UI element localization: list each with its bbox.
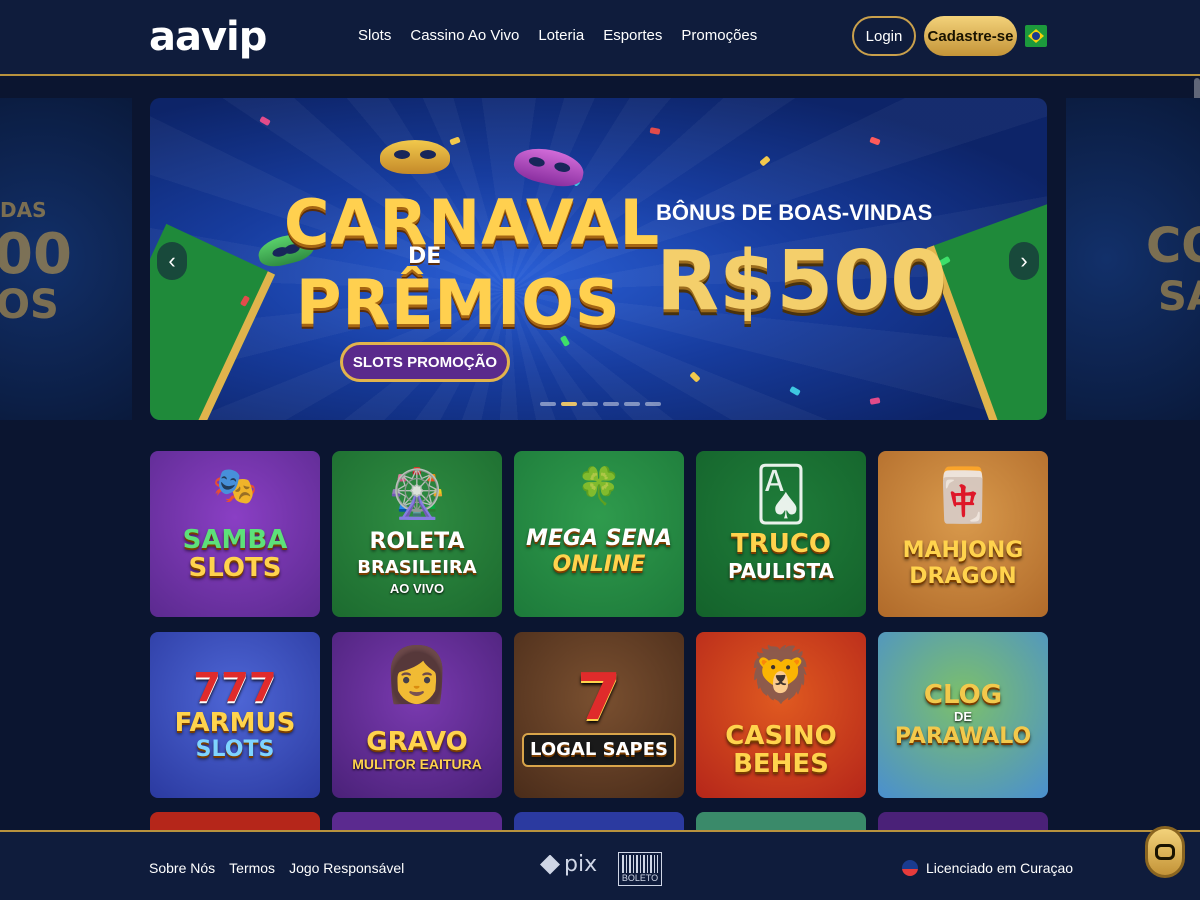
register-button[interactable]: Cadastre-se <box>924 16 1017 56</box>
boleto-label: BOLETO <box>621 873 659 883</box>
chat-button[interactable] <box>1145 826 1185 878</box>
game-tile-peek[interactable] <box>150 812 320 832</box>
carousel-dot[interactable] <box>582 402 598 406</box>
license-text: Licenciado em Curaçao <box>926 860 1074 876</box>
mask-icon: 🎭 <box>212 465 258 506</box>
game-title-line3: PARAWALO <box>894 723 1032 749</box>
chat-icon <box>1155 844 1175 860</box>
game-tile-peek[interactable] <box>514 812 684 832</box>
side-right-text-1: CO <box>1146 218 1200 274</box>
game-title-line1: GRAVO <box>366 727 468 757</box>
banner-title-carnaval: CARNAVAL <box>284 186 661 259</box>
footer-link-jogo-responsavel[interactable]: Jogo Responsável <box>289 860 404 876</box>
game-title-line1: CASINO <box>725 721 837 751</box>
woman-icon: 👩 <box>383 645 451 705</box>
slots-promo-pill: SLOTS PROMOÇÃO <box>340 342 510 382</box>
pix-label: pix <box>564 852 598 877</box>
nav-slots[interactable]: Slots <box>358 27 391 44</box>
side-left-text-2: 00 <box>0 222 72 287</box>
flag-globe <box>1032 32 1040 40</box>
barcode-icon <box>622 855 658 873</box>
side-right-text-2: SA <box>1158 274 1200 320</box>
game-tile-mega-sena[interactable]: 🍀 MEGA SENA ONLINE <box>514 451 684 617</box>
header: aavip Slots Cassino Ao Vivo Loteria Espo… <box>0 0 1200 76</box>
main-nav: Slots Cassino Ao Vivo Loteria Esportes P… <box>358 27 757 44</box>
bonus-amount: R$500 <box>656 234 948 329</box>
nav-loteria[interactable]: Loteria <box>538 27 584 44</box>
game-title-line2: DE <box>953 708 973 724</box>
game-tile-peek[interactable] <box>878 812 1048 832</box>
banner-title-premios: PRÊMIOS <box>296 266 621 339</box>
game-tile-truco-paulista[interactable]: 🂡 TRUCO PAULISTA <box>696 451 866 617</box>
mahjong-tile-icon: 🀄 <box>930 467 996 525</box>
curacao-flag-icon <box>902 860 918 876</box>
game-tile-mahjong-dragon[interactable]: 🀄 MAHJONG DRAGON <box>878 451 1048 617</box>
game-tile-farmus-slots[interactable]: 777 FARMUS SLOTS <box>150 632 320 798</box>
license-info: Licenciado em Curaçao <box>902 860 1073 876</box>
game-title-line1: MEGA SENA <box>526 526 672 551</box>
chevron-right-icon[interactable]: › <box>1009 242 1039 280</box>
cards-icon: 🂡 <box>754 466 808 524</box>
game-tile-peek[interactable] <box>696 812 866 832</box>
side-left-text-1: DAS <box>0 198 47 222</box>
game-tile-peek[interactable] <box>332 812 502 832</box>
bonus-label: BÔNUS DE BOAS-VINDAS <box>656 200 933 225</box>
game-title-line2: BEHES <box>733 749 829 779</box>
nav-esportes[interactable]: Esportes <box>603 27 662 44</box>
game-tile-roleta-brasileira[interactable]: 🎡 ROLETA BRASILEIRA AO VIVO <box>332 451 502 617</box>
game-title-line2: DRAGON <box>909 564 1017 589</box>
game-title-line2: BRASILEIRA <box>357 556 477 578</box>
game-tile-casino-behes[interactable]: 🦁 CASINO BEHES <box>696 632 866 798</box>
roulette-icon: 🎡 <box>387 468 447 521</box>
game-title-line2: ONLINE <box>552 552 646 577</box>
carousel-dot[interactable] <box>624 402 640 406</box>
clover-icon: 🍀 <box>576 465 622 506</box>
game-tile-gravo[interactable]: 👩 GRAVO MULITOR EAITURA <box>332 632 502 798</box>
game-title-line2: FARMUS <box>174 708 296 738</box>
login-button[interactable]: Login <box>852 16 916 56</box>
footer-links: Sobre Nós Termos Jogo Responsável <box>149 860 404 876</box>
carousel-dot[interactable] <box>645 402 661 406</box>
hero-banner[interactable]: CARNAVAL DE PRÊMIOS SLOTS PROMOÇÃO BÔNUS… <box>150 98 1047 420</box>
logo[interactable]: aavip <box>149 14 267 60</box>
nav-promocoes[interactable]: Promoções <box>681 27 757 44</box>
carousel-dot[interactable] <box>540 402 556 406</box>
footer-link-sobre-nos[interactable]: Sobre Nós <box>149 860 215 876</box>
game-title-line3: AO VIVO <box>389 580 445 596</box>
game-title-line2: LOGAL SAPES <box>522 733 676 767</box>
game-title-line1: SAMBA <box>182 525 288 555</box>
game-tile-logal-sapes[interactable]: 7 LOGAL SAPES <box>514 632 684 798</box>
carousel-dots <box>540 402 661 406</box>
game-title-line1: ROLETA <box>369 528 465 554</box>
carousel-dot-active[interactable] <box>561 402 577 406</box>
game-title-line3: SLOTS <box>195 737 275 762</box>
carnival-mask-icon <box>380 140 450 174</box>
game-tile-clog-de-parawalo[interactable]: CLOG DE PARAWALO <box>878 632 1048 798</box>
lion-icon: 🦁 <box>747 645 815 705</box>
footer: Sobre Nós Termos Jogo Responsável pix BO… <box>0 830 1200 900</box>
game-title-line1: TRUCO <box>730 529 832 559</box>
boleto-logo: BOLETO <box>618 852 662 886</box>
pix-icon <box>540 854 560 875</box>
brazil-flag-icon[interactable] <box>1025 25 1047 47</box>
game-tile-samba-slots[interactable]: 🎭 SAMBA SLOTS <box>150 451 320 617</box>
footer-link-termos[interactable]: Termos <box>229 860 275 876</box>
game-title-line1: 7 <box>576 661 622 735</box>
side-left-text-3: OS <box>0 282 59 328</box>
game-title-line1: 777 <box>193 665 277 711</box>
nav-cassino-ao-vivo[interactable]: Cassino Ao Vivo <box>410 27 519 44</box>
game-title-line2: PAULISTA <box>727 559 835 583</box>
carousel-prev-slide[interactable]: DAS 00 OS <box>0 98 132 420</box>
game-title-line2: SLOTS <box>188 553 282 583</box>
carousel-next-slide[interactable]: CO SA <box>1066 98 1200 420</box>
game-title-line1: MAHJONG <box>902 538 1024 563</box>
game-title-line1: CLOG <box>923 679 1003 710</box>
carousel-dot[interactable] <box>603 402 619 406</box>
chevron-left-icon[interactable]: ‹ <box>157 242 187 280</box>
game-title-line2: MULITOR EAITURA <box>352 756 482 772</box>
pix-logo: pix <box>540 852 597 877</box>
